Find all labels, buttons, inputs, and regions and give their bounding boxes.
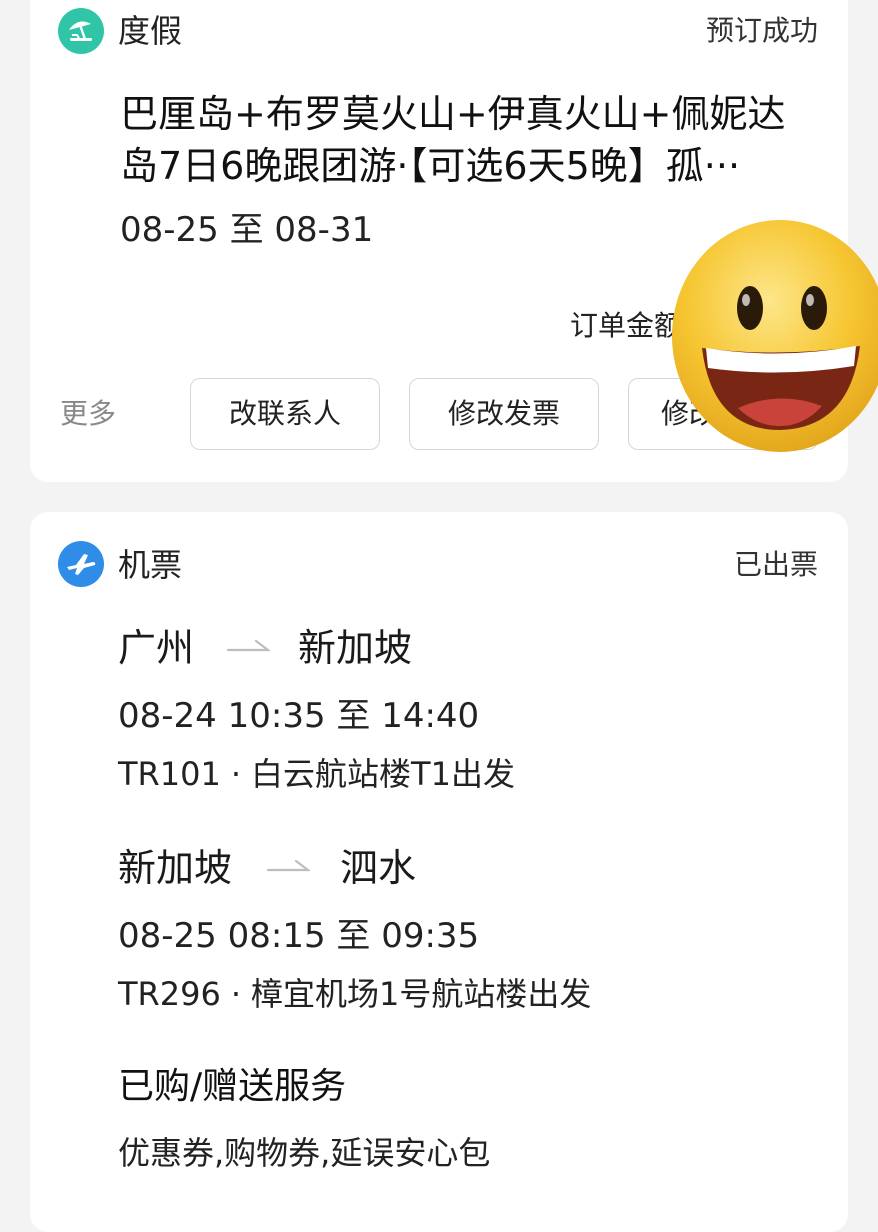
route-arrow-icon xyxy=(266,858,310,872)
services-list: 优惠券,购物券,延误安心包 xyxy=(118,1134,491,1172)
services-title: 已购/赠送服务 xyxy=(118,1066,347,1107)
route-arrow-icon xyxy=(226,638,270,652)
flight-time: 08-25 08:15 至 09:35 xyxy=(118,916,480,956)
order-status: 预订成功 xyxy=(705,14,818,47)
category-label: 度假 xyxy=(118,12,183,50)
category-label: 机票 xyxy=(118,546,183,584)
order-amount-label: 订单金额 xyxy=(570,309,683,342)
flight-time: 08-24 10:35 至 14:40 xyxy=(118,696,480,736)
grinning-face-emoji xyxy=(668,218,878,454)
product-title-line-1[interactable]: 巴厘岛+布罗莫火山+伊真火山+佩妮达 xyxy=(120,89,830,139)
flight-order-card[interactable]: 机票 已出票 广州 新加坡 08-24 10:35 至 14:40 TR101 ·… xyxy=(30,512,848,1232)
flight-number: TR296 xyxy=(118,975,221,1013)
flight-info: TR296 · 樟宜机场1号航站楼出发 xyxy=(118,973,591,1015)
change-contact-button[interactable]: 改联系人 xyxy=(190,378,380,450)
product-title-line-2[interactable]: 岛7日6晚跟团游·【可选6天5晚】孤··· xyxy=(120,141,830,191)
ticket-status: 已出票 xyxy=(733,548,818,581)
flight-number: TR101 xyxy=(118,755,221,793)
separator: · xyxy=(230,975,242,1013)
beach-umbrella-icon xyxy=(58,8,104,54)
arrival-city: 泗水 xyxy=(340,846,417,890)
edit-invoice-button[interactable]: 修改发票 xyxy=(409,378,599,450)
more-label[interactable]: 更多 xyxy=(60,394,116,434)
departure-terminal: 白云航站楼T1出发 xyxy=(251,755,515,793)
travel-dates: 08-25 至 08-31 xyxy=(120,210,374,250)
flight-info: TR101 · 白云航站楼T1出发 xyxy=(118,753,515,795)
separator: · xyxy=(230,755,242,793)
departure-terminal: 樟宜机场1号航站楼出发 xyxy=(251,975,592,1013)
airplane-icon xyxy=(58,541,104,587)
arrival-city: 新加坡 xyxy=(298,626,413,670)
departure-city: 广州 xyxy=(118,626,195,670)
departure-city: 新加坡 xyxy=(118,846,233,890)
